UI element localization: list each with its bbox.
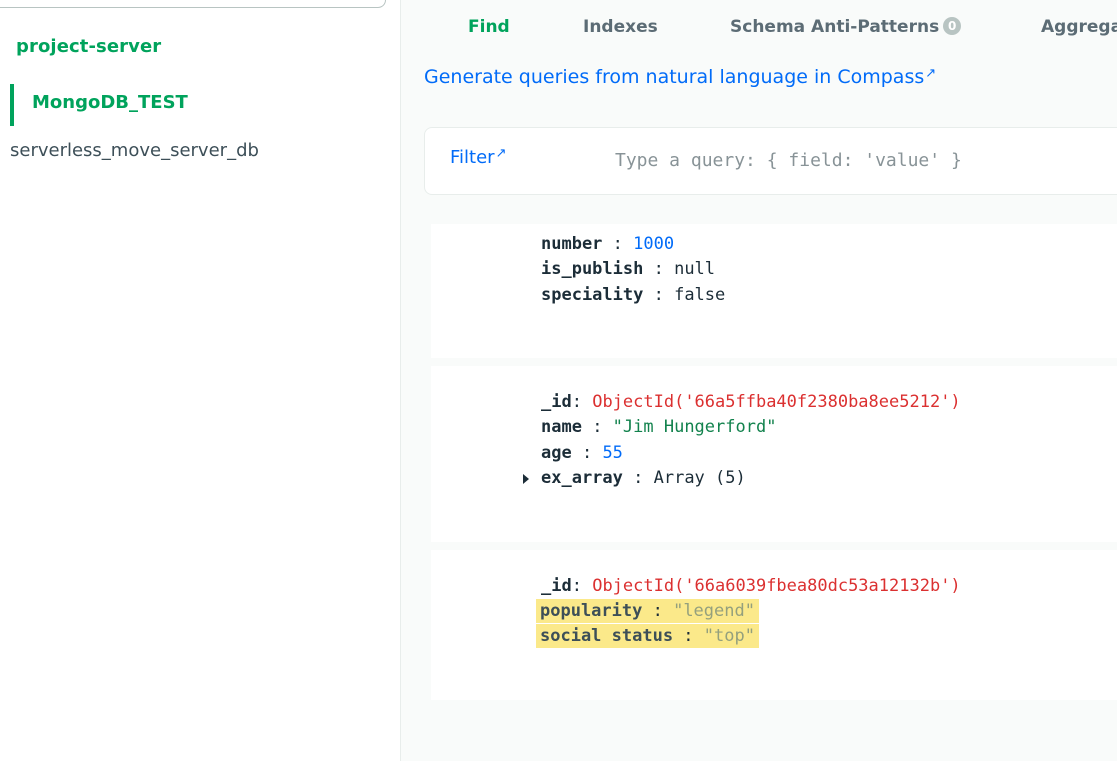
query-input[interactable] (615, 142, 1115, 178)
tab-schema-anti-patterns[interactable]: Schema Anti-Patterns 0 (730, 17, 962, 37)
document-field: _id: ObjectId('66a6039fbea80dc53a12132b'… (541, 576, 961, 596)
sidebar-item-label: MongoDB_TEST (32, 92, 188, 113)
document-field: number : 1000 (541, 234, 675, 254)
tab-indexes[interactable]: Indexes (583, 17, 658, 37)
document-field-highlighted: social status : "top" (536, 624, 759, 648)
document-field: is_publish : null (541, 259, 716, 279)
sidebar-item-project[interactable]: project-server (16, 36, 161, 57)
document-field: name : "Jim Hungerford" (541, 417, 777, 437)
count-badge: 0 (943, 17, 962, 35)
sidebar: project-server MongoDB_TEST serverless_m… (0, 0, 401, 761)
external-link-icon: ↗ (925, 66, 937, 81)
tab-find[interactable]: Find (468, 17, 510, 37)
filter-bar: Filter↗ (424, 127, 1117, 195)
document-field-highlighted: popularity : "legend" (536, 599, 759, 623)
external-link-icon: ↗ (495, 146, 507, 161)
tab-aggregations[interactable]: Aggrega (1041, 17, 1117, 37)
document-field: age : 55 (541, 443, 623, 463)
filter-label: Filter (450, 147, 495, 168)
tab-bar: Find Indexes Schema Anti-Patterns 0 Aggre… (401, 0, 1117, 50)
document-card[interactable]: number : 1000 is_publish : null speciali… (431, 224, 1117, 358)
document-field: speciality : false (541, 285, 726, 305)
link-label: Generate queries from natural language i… (424, 66, 925, 88)
document-card[interactable]: _id: ObjectId('66a6039fbea80dc53a12132b'… (431, 550, 1117, 700)
sidebar-search-input[interactable] (0, 0, 386, 8)
sidebar-item-db[interactable]: serverless_move_server_db (10, 140, 259, 161)
tab-label: Schema Anti-Patterns (730, 17, 940, 37)
document-field: _id: ObjectId('66a5ffba40f2380ba8ee5212'… (541, 392, 961, 412)
filter-help-link[interactable]: Filter↗ (450, 146, 506, 168)
highlight: popularity : "legend" (536, 599, 759, 623)
main-panel: Find Indexes Schema Anti-Patterns 0 Aggre… (401, 0, 1117, 761)
document-field-expandable[interactable]: ex_array : Array (5) (523, 468, 746, 488)
document-card[interactable]: _id: ObjectId('66a5ffba40f2380ba8ee5212'… (431, 366, 1117, 542)
natural-language-query-link[interactable]: Generate queries from natural language i… (424, 66, 936, 88)
expand-caret-icon[interactable] (523, 474, 529, 484)
highlight: social status : "top" (536, 624, 759, 648)
sidebar-item-active-db[interactable]: MongoDB_TEST (10, 84, 394, 126)
